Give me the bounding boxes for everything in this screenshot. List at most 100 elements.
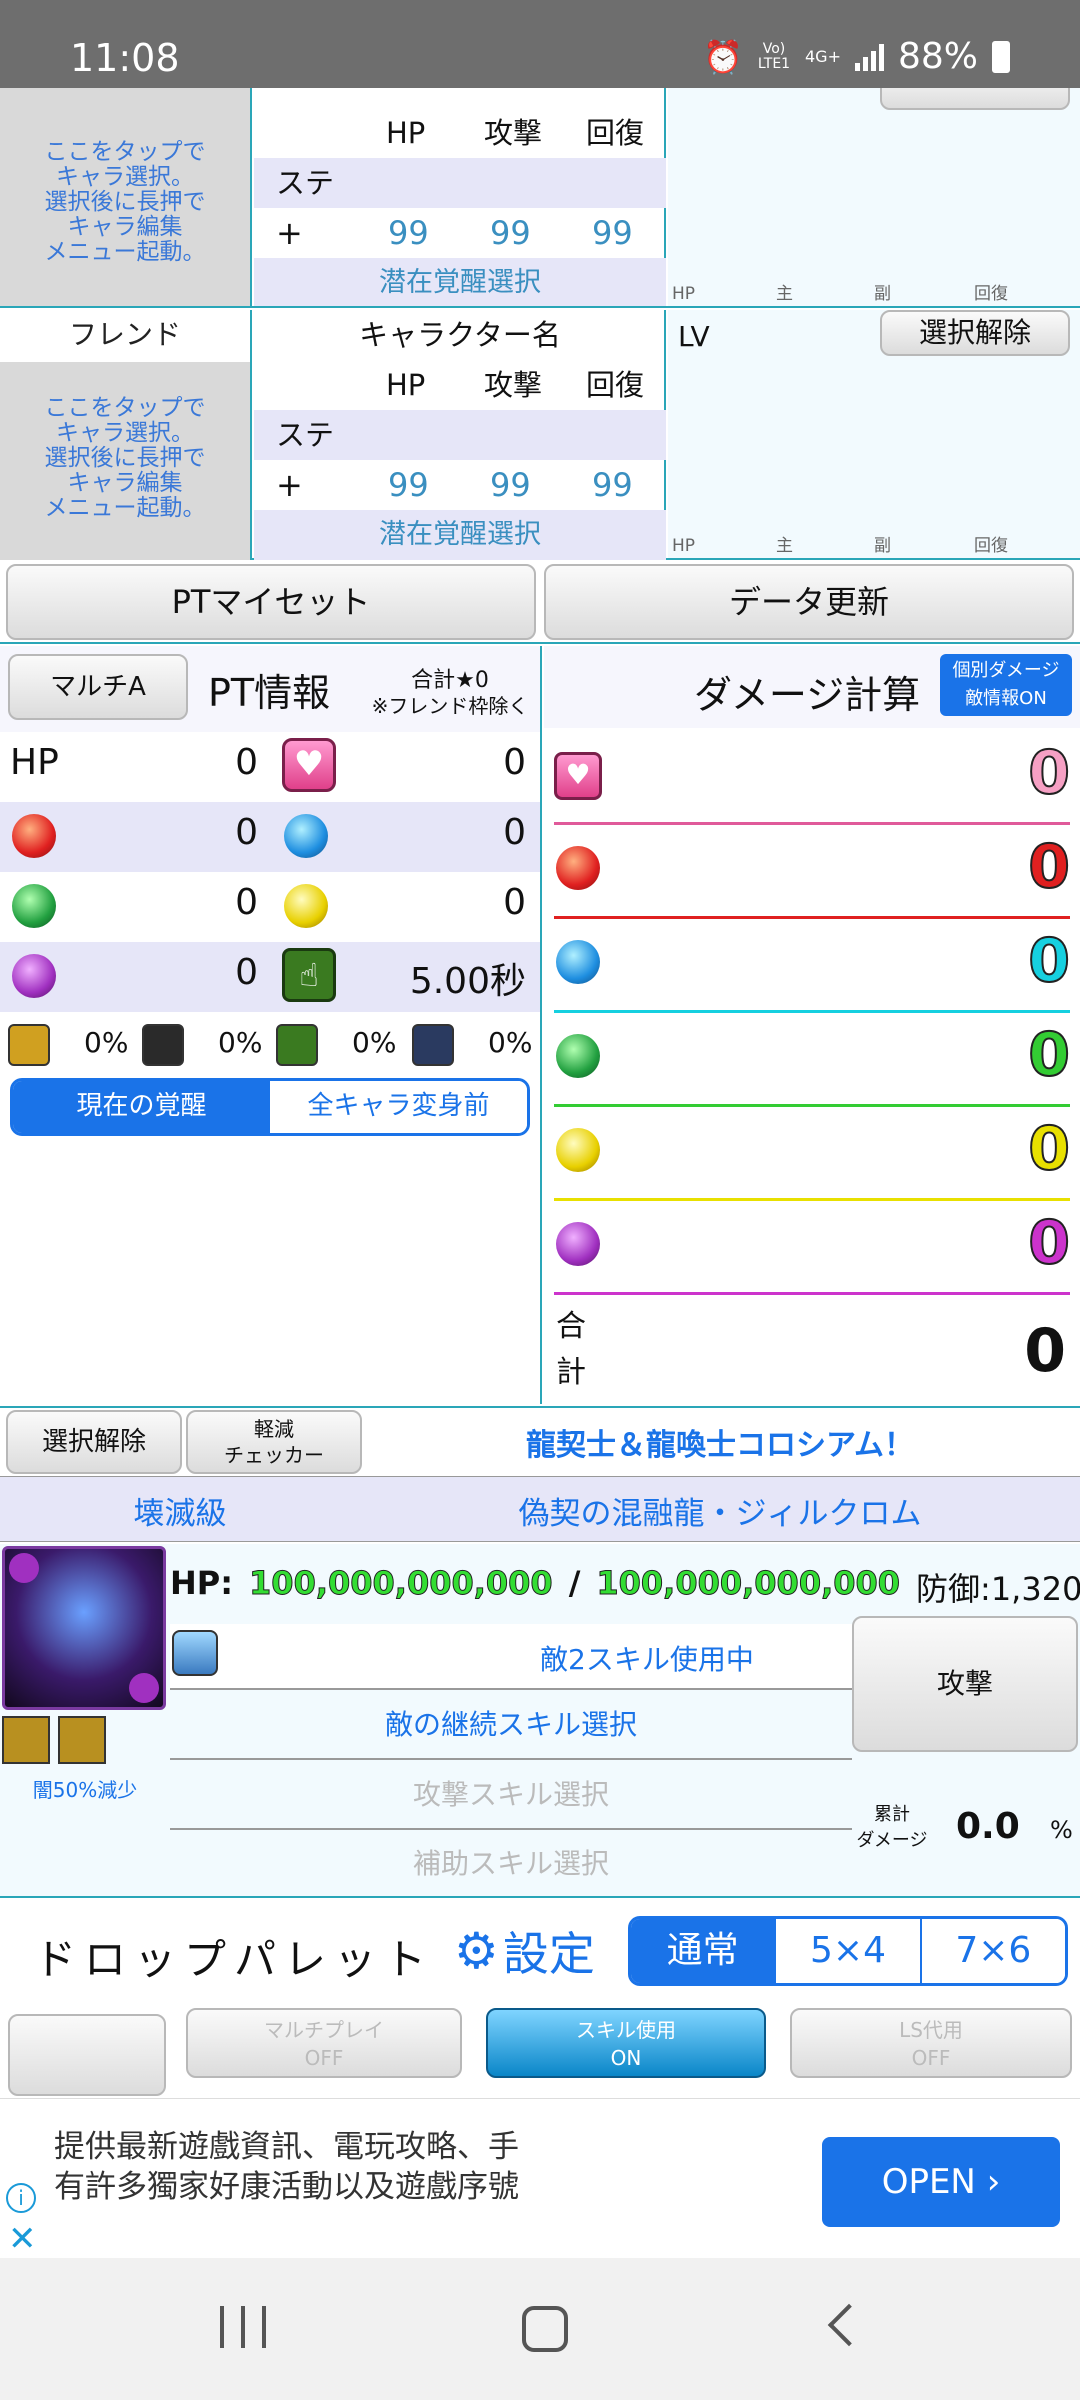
devil-type-icon [58, 1716, 106, 1764]
character-name: キャラクター名 [359, 318, 561, 352]
dungeon-name[interactable]: 龍契士＆龍喚士コロシアム！ [370, 1420, 1070, 1464]
rcv-plus-value[interactable]: 99 [592, 460, 633, 510]
dark-subattribute-icon [129, 1673, 159, 1703]
attack-skill-select[interactable]: 攻撃スキル選択 [170, 1762, 852, 1830]
atk-plus-value[interactable]: 99 [490, 460, 531, 510]
fire-orb-icon [556, 846, 600, 890]
member-slot-1[interactable]: ここをタップで キャラ選択。 選択後に長押で キャラ編集 メニュー起動。 [0, 88, 252, 306]
palette-blank-button[interactable] [8, 2014, 166, 2096]
wood-damage: 0 [1027, 1019, 1071, 1091]
light-orb-icon [284, 884, 328, 928]
cumulative-damage-label: 累計 ダメージ [856, 1804, 928, 1851]
fire-total: 0 [235, 812, 258, 853]
ad-text-line-1: 提供最新遊戲資訊、電玩攻略、手 [54, 2129, 519, 2165]
move-time: 5.00秒 [409, 961, 526, 1002]
individual-damage-toggle[interactable]: 個別ダメージ 敵情報ON [940, 654, 1072, 716]
system-nav-bar [0, 2258, 1080, 2400]
dark-attribute-icon [9, 1553, 39, 1583]
awakening-toggle: 現在の覚醒 全キャラ変身前 [10, 1078, 530, 1136]
tab-normal[interactable]: 通常 [631, 1919, 775, 1983]
total-label: 合 計 [556, 1309, 586, 1390]
ls-substitute-toggle[interactable]: LS代用 OFF [790, 2008, 1072, 2078]
enemy-skill-status[interactable]: 敵2スキル使用中 [540, 1638, 754, 1678]
ad-close-icon[interactable]: ✕ [8, 2219, 37, 2259]
water-damage: 0 [1027, 925, 1071, 997]
difficulty-label[interactable]: 壊滅級 [60, 1488, 300, 1533]
drop-palette-section: ドロップパレット ⚙ 設定 通常 5×4 7×6 マルチプレイ OFF スキル使用… [0, 1896, 1080, 2096]
resist-icon-4 [412, 1024, 454, 1066]
total-damage: 0 [1024, 1316, 1066, 1386]
enemy-defense[interactable]: 防御:1,320 [916, 1564, 1080, 1610]
back-icon[interactable] [827, 2303, 871, 2347]
tab-current-awakening[interactable]: 現在の覚醒 [13, 1081, 270, 1133]
light-total: 0 [503, 882, 526, 923]
enemy-name[interactable]: 偽契の混融龍・ジィルクロム [460, 1488, 980, 1533]
wood-total: 0 [235, 882, 258, 923]
dark-total: 0 [235, 952, 258, 993]
deselect-button[interactable]: 選択解除 [880, 310, 1070, 356]
hp-current[interactable]: 100,000,000,000 [249, 1564, 554, 1610]
ad-open-button[interactable]: OPEN › [822, 2137, 1060, 2227]
status-time: 11:08 [70, 36, 180, 80]
home-icon[interactable] [522, 2306, 568, 2352]
heart-total: 0 [503, 742, 526, 783]
latent-awakening-select[interactable]: 潜在覚醒選択 [254, 510, 666, 560]
recent-apps-icon[interactable] [220, 2306, 266, 2352]
hp-max[interactable]: 100,000,000,000 [596, 1564, 901, 1610]
volte-indicator: Vo) LTE1 [757, 40, 791, 72]
hp-plus-value[interactable]: 99 [388, 460, 429, 510]
pt-info-panel: マルチA PT情報 合計★0 ※フレンド枠除く HP 0 ♥ 0 0 0 0 0… [0, 646, 542, 1404]
enemy-hp: HP: 100,000,000,000 / 100,000,000,000 防御… [170, 1564, 1080, 1610]
tab-5x4[interactable]: 5×4 [774, 1919, 920, 1983]
damage-calc-title: ダメージ計算 [694, 673, 921, 717]
skill-use-toggle[interactable]: スキル使用 ON [486, 2008, 766, 2078]
hp-label: HP [10, 742, 59, 783]
data-update-button[interactable]: データ更新 [544, 564, 1074, 640]
battery-icon [992, 40, 1010, 73]
board-size-toggle: 通常 5×4 7×6 [628, 1916, 1068, 1986]
tab-before-transform[interactable]: 全キャラ変身前 [270, 1081, 527, 1133]
continuous-skill-select[interactable]: 敵の継続スキル選択 [170, 1692, 852, 1760]
wood-orb-icon [556, 1034, 600, 1078]
resist-icon-1 [8, 1024, 50, 1066]
dark-damage: 0 [1027, 1207, 1071, 1279]
hp-plus-value[interactable]: 99 [388, 208, 429, 258]
light-orb-icon [556, 1128, 600, 1172]
enemy-deselect-button[interactable]: 選択解除 [6, 1410, 182, 1474]
support-skill-select[interactable]: 補助スキル選択 [170, 1832, 852, 1896]
latent-awakening-select[interactable]: 潜在覚醒選択 [254, 258, 666, 306]
dragon-type-icon [2, 1716, 50, 1764]
ad-info-icon[interactable]: i [6, 2183, 36, 2213]
battery-level: 88% [897, 36, 978, 77]
water-orb-icon [556, 940, 600, 984]
multiplay-toggle[interactable]: マルチプレイ OFF [186, 2008, 462, 2078]
friend-excluded-note: ※フレンド枠除く [371, 694, 529, 718]
heart-damage: 0 [1027, 737, 1071, 809]
shield-icon [172, 1630, 218, 1676]
friend-slot[interactable]: フレンド ここをタップで キャラ選択。 選択後に長押で キャラ編集 メニュー起動… [0, 310, 252, 560]
ad-banner[interactable]: 提供最新遊戲資訊、電玩攻略、手 有許多獨家好康活動以及遊戲序號 i ✕ OPEN… [0, 2098, 1080, 2259]
signal-icon [854, 43, 884, 71]
water-total: 0 [503, 812, 526, 853]
light-damage: 0 [1027, 1113, 1071, 1185]
network-indicator: 4G+ [805, 47, 841, 66]
wood-orb-icon [12, 884, 56, 928]
reduction-checker-button[interactable]: 軽減 チェッカー [186, 1410, 362, 1474]
enemy-portrait[interactable] [2, 1546, 166, 1710]
settings-button[interactable]: ⚙ 設定 [454, 1918, 595, 1984]
multi-a-button[interactable]: マルチA [8, 654, 188, 720]
attack-button[interactable]: 攻撃 [852, 1616, 1078, 1752]
resist-icon-2 [142, 1024, 184, 1066]
dark-orb-icon [556, 1222, 600, 1266]
rcv-plus-value[interactable]: 99 [592, 208, 633, 258]
friend-row: フレンド ここをタップで キャラ選択。 選択後に長押で キャラ編集 メニュー起動… [0, 310, 1080, 560]
gear-icon: ⚙ [454, 1922, 499, 1980]
damage-reduction-label: 闇50%減少 [32, 1778, 138, 1802]
pt-myset-button[interactable]: PTマイセット [6, 564, 536, 640]
water-orb-icon [284, 814, 328, 858]
alarm-icon: ⏰ [703, 37, 743, 76]
heart-icon: ♥ [554, 752, 602, 800]
pt-info-title: PT情報 [208, 671, 331, 715]
tab-7x6[interactable]: 7×6 [919, 1919, 1065, 1983]
atk-plus-value[interactable]: 99 [490, 208, 531, 258]
